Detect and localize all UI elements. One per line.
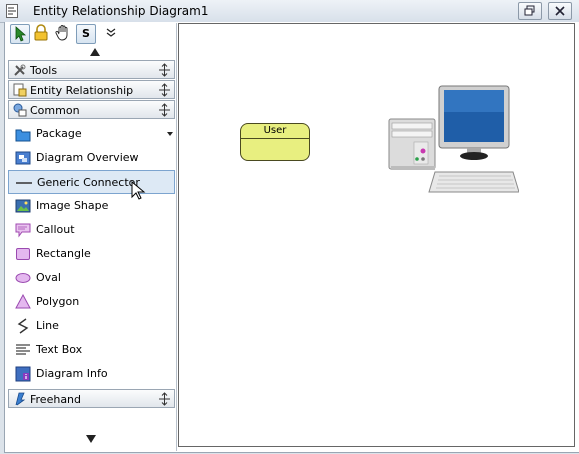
palette-item-label: Diagram Info [36,367,108,380]
tools-icon [14,64,26,76]
lock-tool-button[interactable] [32,24,50,42]
scroll-down-arrow[interactable] [86,435,96,443]
category-tools[interactable]: Tools [8,60,175,79]
entity-relationship-icon [13,83,27,97]
palette-item-package[interactable]: Package [8,122,175,146]
palette-item-label: Rectangle [36,247,91,260]
category-common-label: Common [30,104,80,117]
computer-image-icon[interactable] [387,84,519,196]
entity-shape[interactable]: User [240,123,310,161]
diagram-overview-icon [15,151,31,165]
palette-item-line[interactable]: Line [8,314,175,338]
scroll-up-arrow[interactable] [90,48,100,56]
palette-item-diagram-info[interactable]: Diagram Info [8,362,175,386]
rectangle-icon [16,248,30,260]
package-icon [15,129,31,142]
move-icon [159,63,170,77]
palette-item-label: Diagram Overview [36,151,139,164]
oval-icon [15,273,31,283]
restore-button[interactable] [518,2,542,20]
mouse-cursor-icon [131,181,146,200]
diagram-palette: S Tools Entity Relationship Common Packa… [6,23,177,451]
palette-item-rectangle[interactable]: Rectangle [8,242,175,266]
palette-item-label: Generic Connector [37,176,140,189]
palette-item-text-box[interactable]: Text Box [8,338,175,362]
palette-item-oval[interactable]: Oval [8,266,175,290]
palette-item-polygon[interactable]: Polygon [8,290,175,314]
palette-item-label: Text Box [36,343,83,356]
palette-item-label: Package [36,127,82,140]
category-freehand-label: Freehand [30,393,82,406]
diagram-info-icon [15,366,31,382]
polygon-icon [15,294,31,309]
category-tools-label: Tools [30,64,58,77]
category-freehand[interactable]: Freehand [8,389,175,408]
palette-item-label: Callout [36,223,75,236]
move-icon [159,83,170,97]
restore-icon [524,5,535,16]
freehand-icon [15,392,26,406]
line-icon [17,318,29,334]
category-entity-relationship-label: Entity Relationship [30,84,134,97]
sweeper-letter: S [82,27,90,40]
move-icon [159,392,170,406]
title-bar: Entity Relationship Diagram1 [0,0,579,23]
dropdown-arrow-icon[interactable] [167,132,173,136]
more-tools-button[interactable] [102,24,120,42]
chevron-double-down-icon [106,28,116,37]
image-icon [15,199,31,213]
pointer-icon [15,26,27,42]
move-icon [159,103,170,117]
close-icon [555,6,565,16]
close-button[interactable] [548,2,572,20]
palette-item-label: Oval [36,271,61,284]
diagram-canvas[interactable]: User [178,23,575,447]
sweeper-tool-button[interactable]: S [76,24,96,44]
hand-icon [55,25,68,41]
hand-tool-button[interactable] [54,24,72,42]
category-entity-relationship[interactable]: Entity Relationship [8,80,175,99]
category-common[interactable]: Common [8,100,175,119]
callout-icon [15,223,31,238]
palette-item-diagram-overview[interactable]: Diagram Overview [8,146,175,170]
connector-line-icon [16,182,32,184]
text-box-icon [16,344,30,355]
lock-icon [34,24,48,41]
palette-item-callout[interactable]: Callout [8,218,175,242]
palette-item-label: Polygon [36,295,80,308]
select-tool-button[interactable] [10,24,30,44]
window-title: Entity Relationship Diagram1 [33,4,209,18]
palette-item-generic-connector[interactable]: Generic Connector [8,170,175,194]
palette-item-image-shape[interactable]: Image Shape [8,194,175,218]
entity-name[interactable]: User [241,124,309,139]
common-icon [13,103,27,117]
palette-item-label: Image Shape [36,199,109,212]
diagram-icon [6,4,18,18]
palette-item-label: Line [36,319,59,332]
